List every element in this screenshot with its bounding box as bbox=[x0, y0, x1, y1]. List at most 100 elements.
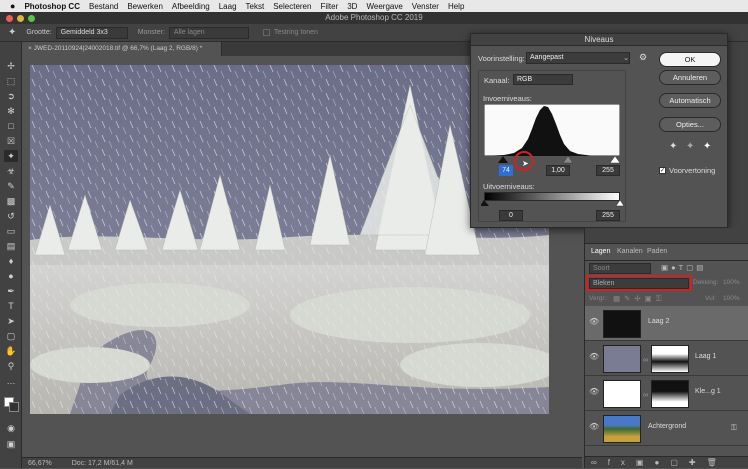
gradient-tool-icon[interactable]: ▤ bbox=[4, 240, 18, 252]
lock-icons[interactable]: ▦✎✢▣⚿ bbox=[613, 294, 665, 304]
layer-name[interactable]: Kle...g 1 bbox=[695, 388, 721, 395]
layer-name[interactable]: Achtergrond bbox=[648, 423, 686, 430]
type-tool-icon[interactable]: T bbox=[4, 300, 18, 312]
minimize-window-icon[interactable] bbox=[17, 15, 24, 22]
cancel-button[interactable]: Annuleren bbox=[659, 70, 721, 85]
output-slider[interactable] bbox=[481, 200, 623, 207]
eye-icon[interactable]: 👁 bbox=[589, 388, 599, 396]
tab-paths[interactable]: Paden bbox=[647, 244, 667, 260]
input-mid-value[interactable]: 1,00 bbox=[546, 165, 570, 176]
sample-select[interactable]: Alle lagen bbox=[168, 26, 249, 39]
dodge-tool-icon[interactable]: ● bbox=[4, 270, 18, 282]
menu-weergave[interactable]: Weergave bbox=[366, 2, 402, 11]
layer-name[interactable]: Laag 2 bbox=[648, 318, 669, 325]
tab-layers[interactable]: Lagen bbox=[591, 244, 610, 260]
white-eyedropper-icon[interactable]: ✦ bbox=[703, 141, 711, 152]
lasso-tool-icon[interactable]: ➲ bbox=[4, 90, 18, 102]
auto-button[interactable]: Automatisch bbox=[659, 93, 721, 108]
layer-thumbnail bbox=[603, 310, 641, 338]
menu-filter[interactable]: Filter bbox=[320, 2, 338, 11]
stamp-tool-icon[interactable]: ▩ bbox=[4, 195, 18, 207]
fill-value[interactable]: 100% bbox=[723, 295, 740, 302]
menu-venster[interactable]: Venster bbox=[412, 2, 439, 11]
layer-thumbnail bbox=[603, 415, 641, 443]
frame-tool-icon[interactable]: ☒ bbox=[4, 135, 18, 147]
menu-laag[interactable]: Laag bbox=[219, 2, 237, 11]
menu-help[interactable]: Help bbox=[448, 2, 464, 11]
tab-bar-empty bbox=[222, 42, 470, 56]
pen-tool-icon[interactable]: ✒ bbox=[4, 285, 18, 297]
path-select-tool-icon[interactable]: ➤ bbox=[4, 315, 18, 327]
mask-thumbnail[interactable] bbox=[651, 345, 689, 373]
brush-tool-icon[interactable]: ✎ bbox=[4, 180, 18, 192]
channel-select[interactable]: RGB bbox=[513, 74, 573, 85]
zoom-level[interactable]: 66,67% bbox=[28, 460, 52, 467]
black-eyedropper-icon[interactable]: ✦ bbox=[669, 141, 677, 152]
link-icon: ∞ bbox=[643, 390, 649, 399]
preset-gear-icon[interactable]: ⚙ bbox=[639, 52, 647, 63]
white-point-handle[interactable] bbox=[609, 156, 621, 164]
eye-icon[interactable]: 👁 bbox=[589, 423, 599, 431]
doc-size[interactable]: Doc: 17,2 M/61,4 M bbox=[72, 460, 133, 467]
mask-thumbnail[interactable] bbox=[651, 380, 689, 408]
history-brush-icon[interactable]: ↺ bbox=[4, 210, 18, 222]
input-black-value[interactable]: 74 bbox=[499, 165, 513, 176]
quick-select-tool-icon[interactable]: ✻ bbox=[4, 105, 18, 117]
layer-row[interactable]: 👁 ∞ Kle...g 1 bbox=[585, 376, 748, 411]
layer-actions-bar[interactable]: ∞fx▣●▢✚🗑 bbox=[585, 456, 748, 468]
levels-dialog: Niveaus Voorinstelling: Aangepast ⌄ ⚙ Ka… bbox=[470, 33, 728, 228]
input-white-value[interactable]: 255 bbox=[596, 165, 620, 176]
menu-bestand[interactable]: Bestand bbox=[89, 2, 118, 11]
opacity-value[interactable]: 100% bbox=[723, 279, 740, 286]
layer-filter-select[interactable]: Soort bbox=[589, 263, 651, 274]
crop-tool-icon[interactable]: □ bbox=[4, 120, 18, 132]
menu-selecteren[interactable]: Selecteren bbox=[273, 2, 311, 11]
input-slider[interactable] bbox=[481, 156, 623, 164]
document-tab-title: JWED-20110924|24002018.tif @ 66,7% (Laag… bbox=[33, 45, 203, 52]
show-ring-label: Testring tonen bbox=[273, 29, 318, 36]
zoom-tool-icon[interactable]: ⚲ bbox=[4, 360, 18, 372]
layer-row[interactable]: 👁 Achtergrond ⚿ bbox=[585, 411, 748, 446]
panel-dock-strip bbox=[728, 42, 748, 228]
black-point-handle[interactable] bbox=[498, 156, 508, 163]
more-tools-icon[interactable]: … bbox=[4, 375, 18, 387]
filter-icons[interactable]: ▣●T▢▤ bbox=[661, 263, 706, 272]
size-select[interactable]: Gemiddeld 3x3 bbox=[55, 26, 128, 39]
options-button[interactable]: Opties... bbox=[659, 117, 721, 132]
ok-button[interactable]: OK bbox=[659, 52, 721, 67]
preset-select[interactable]: Aangepast bbox=[526, 52, 630, 64]
output-black-value[interactable]: 0 bbox=[499, 210, 523, 221]
layer-row[interactable]: 👁 ∞ Laag 1 bbox=[585, 341, 748, 376]
shape-tool-icon[interactable]: ▢ bbox=[4, 330, 18, 342]
tab-channels[interactable]: Kanalen bbox=[617, 244, 643, 260]
eyedropper-tool-icon[interactable]: ✦ bbox=[8, 27, 16, 38]
menu-bewerken[interactable]: Bewerken bbox=[127, 2, 163, 11]
marquee-tool-icon[interactable]: ⬚ bbox=[4, 75, 18, 87]
apple-icon[interactable]: ● bbox=[10, 1, 15, 11]
output-white-value[interactable]: 255 bbox=[596, 210, 620, 221]
preview-checkbox[interactable]: ✓ bbox=[659, 167, 666, 174]
healing-brush-icon[interactable]: ☣ bbox=[4, 165, 18, 177]
eraser-tool-icon[interactable]: ▭ bbox=[4, 225, 18, 237]
hand-tool-icon[interactable]: ✋ bbox=[4, 345, 18, 357]
blur-tool-icon[interactable]: ♦ bbox=[4, 255, 18, 267]
gray-eyedropper-icon[interactable]: ✦ bbox=[686, 141, 694, 152]
eye-icon[interactable]: 👁 bbox=[589, 353, 599, 361]
show-ring-checkbox[interactable] bbox=[262, 29, 270, 36]
move-tool-icon[interactable]: ✢ bbox=[4, 60, 18, 72]
document-tab[interactable]: × JWED-20110924|24002018.tif @ 66,7% (La… bbox=[22, 42, 222, 56]
zoom-window-icon[interactable] bbox=[28, 15, 35, 22]
background-color-swatch[interactable] bbox=[9, 402, 19, 412]
quick-mask-icon[interactable]: ◉ bbox=[4, 422, 18, 434]
menu-afbeelding[interactable]: Afbeelding bbox=[172, 2, 210, 11]
layer-name[interactable]: Laag 1 bbox=[695, 353, 716, 360]
app-menu[interactable]: Photoshop CC bbox=[24, 2, 80, 11]
close-window-icon[interactable] bbox=[6, 15, 13, 22]
menu-3d[interactable]: 3D bbox=[347, 2, 357, 11]
eye-icon[interactable]: 👁 bbox=[589, 318, 599, 326]
screen-mode-icon[interactable]: ▣ bbox=[4, 438, 18, 450]
menu-tekst[interactable]: Tekst bbox=[246, 2, 265, 11]
eyedropper-tool-icon[interactable]: ✦ bbox=[4, 150, 18, 162]
layer-row[interactable]: 👁 Laag 2 bbox=[585, 306, 748, 341]
midtone-handle[interactable] bbox=[562, 156, 574, 164]
